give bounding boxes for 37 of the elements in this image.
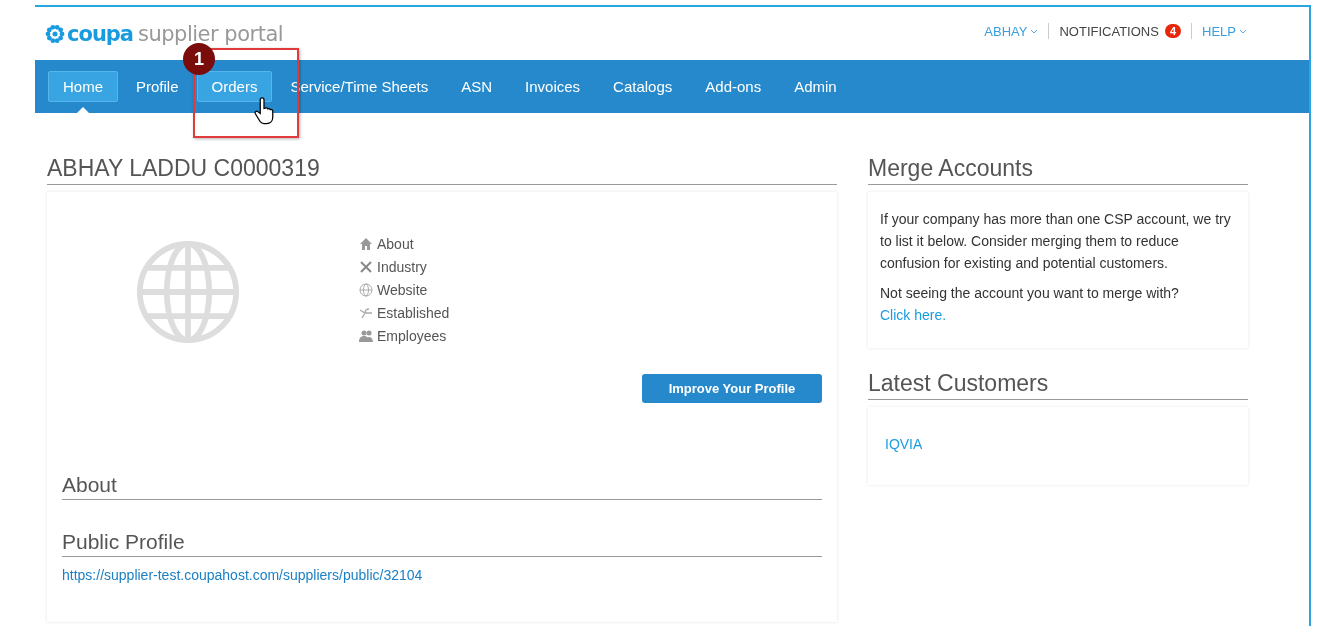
section-heading: Public Profile: [62, 530, 822, 557]
profile-field-label: Established: [377, 304, 450, 321]
click-here-link[interactable]: Click here.: [880, 307, 947, 323]
panel-title: Latest Customers: [868, 370, 1248, 400]
nav-tab[interactable]: Orders: [196, 71, 273, 102]
step-marker: 1: [183, 43, 215, 75]
nav-tab[interactable]: Add-ons: [690, 71, 777, 102]
nav-tab[interactable]: ASN: [446, 71, 508, 102]
coupa-logo[interactable]: coupa supplier portal: [45, 21, 284, 46]
tools-icon: [359, 259, 373, 274]
branch-icon: [359, 305, 373, 320]
improve-profile-button[interactable]: Improve Your Profile: [642, 374, 822, 403]
merge-prompt: Not seeing the account you want to merge with? Click here.: [880, 284, 1180, 325]
section-heading: About: [62, 473, 822, 500]
supplier-name: ABHAY LADDU C0000319: [47, 155, 837, 185]
nav-tab[interactable]: Catalogs: [598, 71, 688, 102]
hand-cursor-icon: [254, 96, 274, 126]
globe-icon: [135, 239, 241, 345]
merge-description: If your company has more than one CSP account, we try to list it below. Consider merging them to reduce confusion for existing and potential customers.: [880, 210, 1232, 273]
profile-field-label: Industry: [377, 258, 427, 275]
profile-field-label: About: [377, 235, 414, 252]
panel-title: Merge Accounts: [868, 155, 1248, 185]
notification-count: 4: [1164, 24, 1182, 38]
help-menu[interactable]: HELP: [1202, 23, 1247, 39]
people-icon: [359, 328, 373, 343]
profile-field-label: Website: [377, 281, 428, 298]
nav-tab[interactable]: Invoices: [510, 71, 596, 102]
house-icon: [359, 236, 373, 251]
user-menu[interactable]: ABHAY: [984, 23, 1039, 39]
notifications-link[interactable]: NOTIFICATIONS: [1059, 23, 1159, 39]
profile-field-label: Employees: [377, 327, 447, 344]
globe-icon: [359, 282, 373, 297]
chevron-down-icon: [1239, 28, 1247, 34]
nav-tab[interactable]: Admin: [779, 71, 852, 102]
chevron-down-icon: [1030, 28, 1039, 34]
public-profile-link[interactable]: https://supplier-test.coupahost.com/suppliers/public/32104: [62, 567, 423, 583]
customer-link[interactable]: IQVIA: [880, 423, 1236, 469]
